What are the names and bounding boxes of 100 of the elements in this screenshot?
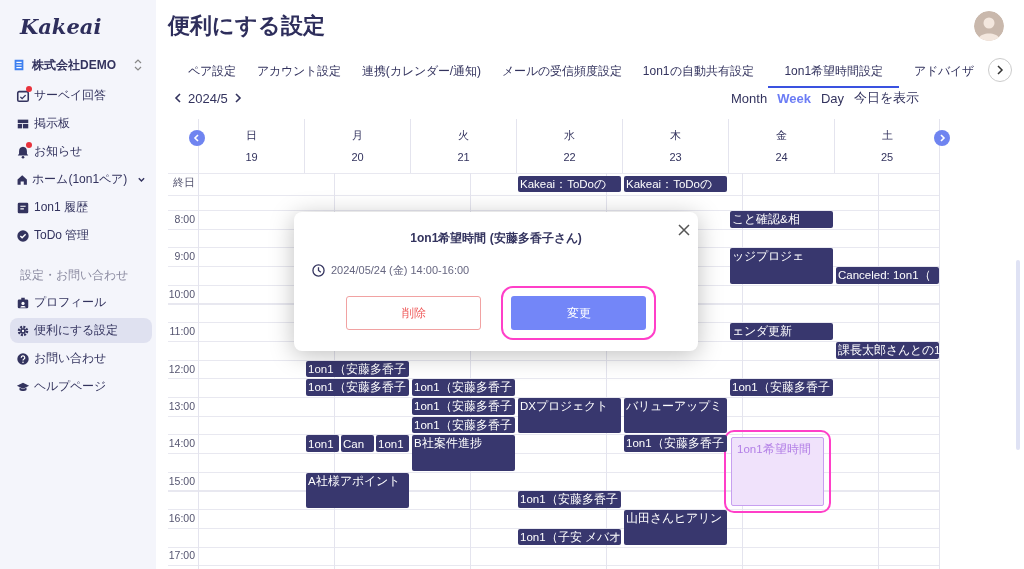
calendar-event[interactable]: Kakeai：ToDoの xyxy=(624,176,727,192)
view-tab[interactable]: Week xyxy=(772,90,816,106)
sidebar-item[interactable]: 便利にする設定 xyxy=(10,318,152,343)
tab[interactable]: 1on1希望時間設定 xyxy=(768,63,900,88)
company-name: 株式会社DEMO xyxy=(32,56,116,74)
sidebar-item[interactable]: お問い合わせ xyxy=(10,346,152,371)
calendar-event[interactable]: こと確認&相 xyxy=(730,211,833,228)
notification-dot xyxy=(26,142,32,148)
sidebar-item[interactable]: お知らせ xyxy=(10,139,152,164)
sidebar-item[interactable]: ホーム(1on1ペア) xyxy=(10,167,152,192)
time-label: 8:00 xyxy=(174,212,196,227)
chevron-right-icon xyxy=(996,65,1004,75)
calendar-event[interactable]: 1on1（安藤多香子 xyxy=(518,491,621,508)
weekday-label: 土 xyxy=(881,128,893,143)
chevron-right-icon xyxy=(233,93,242,103)
tab[interactable]: 連携(カレンダー/通知) xyxy=(355,63,488,88)
sidebar-item[interactable]: 掲示板 xyxy=(10,111,152,136)
month-label: 2024/5 xyxy=(188,90,228,106)
calendar-event[interactable]: 1on1（安藤多香子 xyxy=(412,379,515,396)
logo: Kakeai xyxy=(20,14,102,39)
clock-icon xyxy=(312,264,325,277)
weekday-label: 火 xyxy=(458,128,469,143)
tab[interactable]: 1on1の自動共有設定 xyxy=(636,63,760,88)
next-week-button[interactable] xyxy=(934,130,950,146)
date-label: 22 xyxy=(563,151,576,163)
check-circle-icon xyxy=(16,228,30,243)
today-button[interactable]: 今日を表示 xyxy=(849,89,924,107)
date-label: 20 xyxy=(351,151,364,163)
chevron-right-icon xyxy=(938,134,946,142)
calendar-event[interactable]: 1on1（安藤多香子 xyxy=(624,435,727,452)
date-label: 19 xyxy=(245,151,258,163)
calendar-check-icon xyxy=(16,88,30,103)
date-label: 25 xyxy=(880,151,894,163)
weekday-label: 月 xyxy=(352,128,363,143)
view-tab[interactable]: Day xyxy=(815,90,849,106)
calendar-event[interactable]: B社案件進捗 xyxy=(412,435,515,471)
dialog-title: 1on1希望時間 (安藤多香子さん) xyxy=(410,230,582,247)
calendar-event[interactable]: 1on1（安藤多香子 xyxy=(730,379,833,396)
scrollbar[interactable] xyxy=(1016,260,1020,450)
close-icon xyxy=(678,224,690,236)
time-label: 11:00 xyxy=(169,324,196,340)
previous-week-button[interactable] xyxy=(189,130,205,146)
chevron-left-icon xyxy=(174,93,182,103)
event-datetime: 2024/05/24 (金) 14:00-16:00 xyxy=(331,263,470,278)
calendar-event[interactable]: 山田さんヒアリン xyxy=(624,510,727,546)
page-title: 便利にする設定 xyxy=(168,12,325,40)
time-label: 12:00 xyxy=(168,361,196,377)
view-tab[interactable]: Month xyxy=(726,90,773,106)
tab[interactable]: アカウント設定 xyxy=(250,63,347,88)
time-label: 15:00 xyxy=(168,473,196,489)
sidebar-item[interactable]: プロフィール xyxy=(10,290,152,315)
time-label: 16:00 xyxy=(168,511,196,526)
note-icon xyxy=(16,200,30,215)
calendar-event[interactable]: 1on1（子安 メバオ xyxy=(518,528,621,546)
time-label: 9:00 xyxy=(174,249,196,265)
calendar-event[interactable]: バリューアップミ xyxy=(624,397,727,434)
date-label: 24 xyxy=(775,151,788,163)
calendar-event[interactable]: Kakeai：ToDoの xyxy=(518,176,621,192)
settings-icon xyxy=(16,323,30,338)
weekday-label: 木 xyxy=(670,128,681,143)
weekday-label: 日 xyxy=(246,128,257,143)
time-label: 10:00 xyxy=(168,286,196,302)
delete-button[interactable]: 削除 xyxy=(346,296,481,330)
calendar-event[interactable]: Canceled: 1on1（ xyxy=(836,267,939,284)
calendar-event[interactable]: 1on1 xyxy=(306,435,339,452)
calendar-event[interactable]: 1on1（安藤多香子 xyxy=(306,379,409,396)
sidebar-item[interactable]: サーベイ回答 xyxy=(10,83,152,108)
avatar[interactable] xyxy=(974,11,1004,41)
all-day-label: 終日 xyxy=(173,175,196,190)
tab[interactable]: ペア設定 xyxy=(182,63,242,88)
badge-icon xyxy=(16,295,30,310)
calendar-event[interactable]: ッジプロジェ xyxy=(730,248,833,284)
weekday-label: 金 xyxy=(776,128,787,143)
chevron-left-icon xyxy=(193,134,201,142)
calendar-event[interactable]: Can xyxy=(341,435,374,452)
bell-icon xyxy=(16,144,30,159)
sort-icon[interactable] xyxy=(134,58,142,72)
section-label: 設定・お問い合わせ xyxy=(20,267,128,284)
sidebar-item[interactable]: 1on1 履歴 xyxy=(10,195,152,220)
sidebar-item[interactable]: ToDo 管理 xyxy=(10,223,152,248)
date-label: 23 xyxy=(669,151,682,163)
time-label: 13:00 xyxy=(168,398,196,414)
tab[interactable]: メールの受信頻度設定 xyxy=(495,63,628,88)
time-label: 14:00 xyxy=(168,436,196,452)
date-label: 21 xyxy=(457,151,470,163)
help-icon xyxy=(16,351,30,366)
calendar-event[interactable]: 1on1（安藤多香子 xyxy=(306,360,409,378)
calendar-event[interactable]: A社様アポイント xyxy=(306,472,409,508)
building-icon xyxy=(12,58,26,72)
tab[interactable]: アドバイザ xyxy=(908,63,980,88)
notification-dot xyxy=(26,86,32,92)
close-button[interactable] xyxy=(678,224,690,236)
calendar-event[interactable]: 1on1（安藤多香子 xyxy=(412,397,515,415)
scroll-right-button[interactable] xyxy=(988,58,1012,82)
calendar-event[interactable]: DXプロジェクト xyxy=(518,397,621,434)
calendar-event[interactable]: 1on1 xyxy=(376,435,409,452)
calendar-event[interactable]: ェンダ更新 xyxy=(730,323,833,340)
sidebar-item[interactable]: ヘルプページ xyxy=(10,374,152,399)
calendar-event[interactable]: 1on1（安藤多香子 xyxy=(412,416,515,434)
weekday-label: 水 xyxy=(564,128,575,143)
